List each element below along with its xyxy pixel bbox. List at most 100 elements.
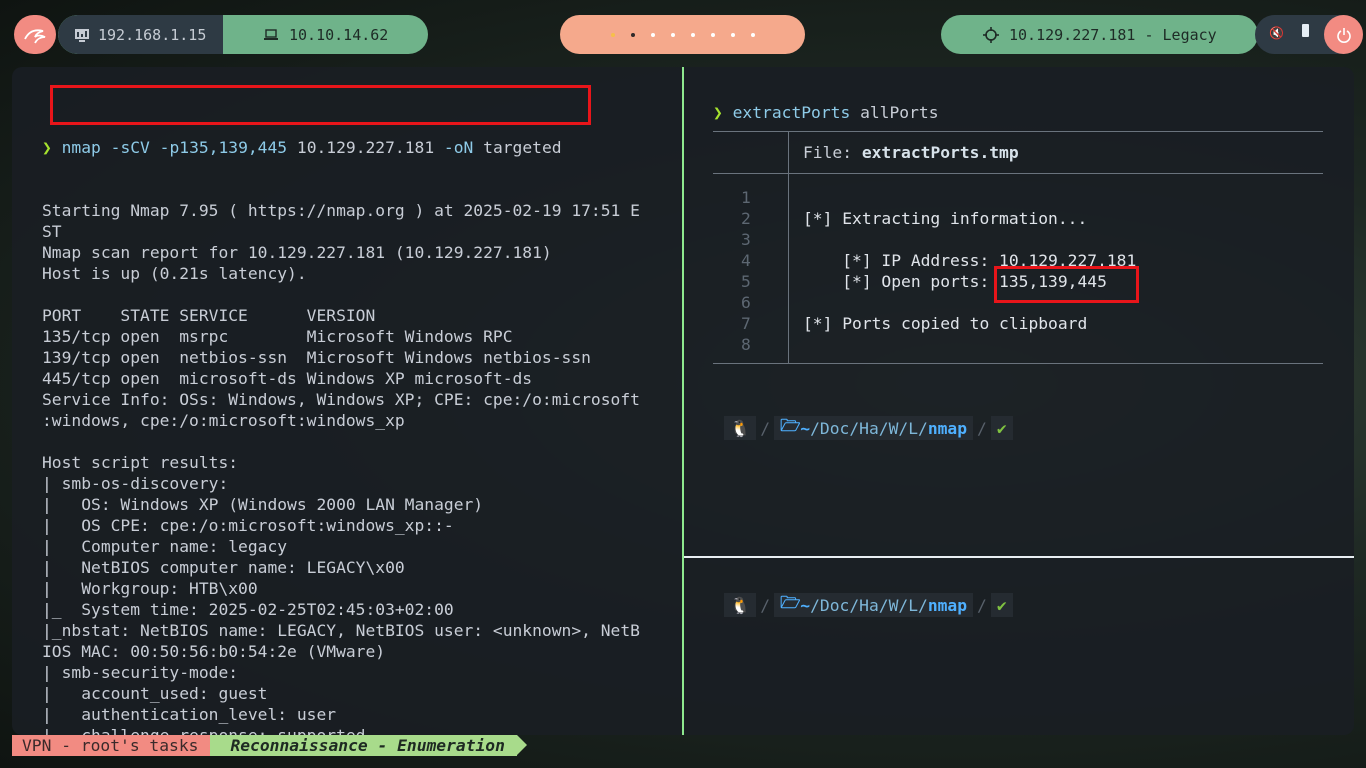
output-line: | Workgroup: HTB\x00	[42, 579, 258, 598]
target-label: 10.129.227.181 - Legacy	[1009, 25, 1217, 44]
bat-bottom-border	[713, 363, 1323, 364]
powerline-status-segment: ✔	[990, 593, 1013, 617]
powerline-prompt-bottom: 🐧 / 🗁 ~ / Doc / Ha / W / L / nmap / ✔	[724, 592, 1013, 618]
workspace-5[interactable]	[690, 32, 695, 37]
extract-command-line: ❯ extractPorts allPorts	[713, 103, 939, 122]
output-line: Starting Nmap 7.95 ( https://nmap.org ) …	[42, 201, 640, 220]
local-ip: 192.168.1.15	[98, 25, 207, 44]
output-line: | account_used: guest	[42, 684, 268, 703]
bat-file-header: File: extractPorts.tmp	[803, 143, 1019, 162]
terminal-window[interactable]: ❯ nmap -sCV -p135,139,445 10.129.227.181…	[12, 67, 1354, 735]
power-button[interactable]	[1324, 15, 1363, 54]
battery-icon[interactable]	[1302, 24, 1309, 37]
network-info: 192.168.1.15 10.10.14.62	[58, 15, 428, 54]
laptop-icon	[264, 28, 278, 40]
powerline-os-segment: 🐧	[724, 593, 757, 617]
workspace-2[interactable]	[630, 32, 635, 37]
output-line: ST	[42, 222, 62, 241]
output-line: Host is up (0.21s latency).	[42, 264, 307, 283]
bat-content-line	[803, 187, 1136, 208]
folder-icon: 🗁	[780, 415, 801, 435]
bat-content-line: [*] Ports copied to clipboard	[803, 314, 1088, 333]
check-icon: ✔	[996, 595, 1007, 615]
workspace-3[interactable]	[650, 32, 655, 37]
pane-divider-vertical	[682, 67, 684, 735]
workspace-7[interactable]	[730, 32, 735, 37]
bat-gutter-border	[788, 131, 789, 364]
folder-icon: 🗁	[780, 592, 801, 612]
local-ip-segment[interactable]: 192.168.1.15	[58, 15, 223, 54]
bat-content-line: [*] Open ports: 135,139,445	[803, 272, 1107, 291]
output-line: IOS MAC: 00:50:56:b0:54:2e (VMware)	[42, 642, 386, 661]
output-line: | authentication_level: user	[42, 705, 337, 724]
bat-top-border	[713, 131, 1323, 132]
output-line: |_ System time: 2025-02-25T02:45:03+02:0…	[42, 600, 454, 619]
powerline-path-segment: 🗁 ~ / Doc / Ha / W / L / nmap	[774, 592, 974, 617]
tmux-window[interactable]: Reconnaissance - Enumeration	[210, 735, 528, 756]
bat-header-border	[713, 173, 1323, 174]
bat-content: [*] Extracting information... [*] IP Add…	[803, 187, 1136, 355]
output-line: | OS CPE: cpe:/o:microsoft:windows_xp::-	[42, 516, 454, 535]
line-number: 8	[741, 335, 751, 354]
monitor-icon	[75, 28, 89, 42]
open-ports-value: 135,139,445	[999, 272, 1107, 291]
output-line: |_nbstat: NetBIOS name: LEGACY, NetBIOS …	[42, 621, 640, 640]
output-line: | Computer name: legacy	[42, 537, 288, 556]
output-line: | OS: Windows XP (Windows 2000 LAN Manag…	[42, 495, 484, 514]
bat-content-line	[803, 229, 1136, 250]
output-line: | smb-security-mode:	[42, 663, 239, 682]
output-line: | challenge_response: supported	[42, 725, 664, 735]
output-line: PORT STATE SERVICE VERSION	[42, 306, 376, 325]
bat-content-line: [*] IP Address: 10.129.227.181	[803, 251, 1137, 270]
powerline-path-segment: 🗁 ~ / Doc / Ha / W / L / nmap	[774, 415, 974, 440]
volume-muted-icon[interactable]: 🔇	[1269, 26, 1284, 40]
output-line: Service Info: OSs: Windows, Windows XP; …	[42, 390, 640, 409]
kali-dragon-icon	[24, 28, 46, 43]
tux-icon: 🐧	[730, 595, 751, 615]
left-pane[interactable]: ❯ nmap -sCV -p135,139,445 10.129.227.181…	[42, 95, 664, 735]
pane-divider-horizontal	[684, 556, 1354, 558]
line-number: 2	[741, 209, 751, 228]
line-number: 5	[741, 272, 751, 291]
line-number: 7	[741, 314, 751, 333]
powerline-prompt-top: 🐧 / 🗁 ~ / Doc / Ha / W / L / nmap / ✔	[724, 415, 1013, 441]
tux-icon: 🐧	[730, 418, 751, 438]
powerline-os-segment: 🐧	[724, 416, 757, 440]
output-line: 445/tcp open microsoft-ds Windows XP mic…	[42, 369, 533, 388]
output-line: Nmap scan report for 10.129.227.181 (10.…	[42, 243, 552, 262]
vpn-ip-segment[interactable]: 10.10.14.62	[223, 26, 388, 44]
output-line: 139/tcp open netbios-ssn Microsoft Windo…	[42, 348, 591, 367]
output-line: Host script results:	[42, 453, 239, 472]
workspace-1[interactable]	[610, 32, 615, 37]
bat-content-line	[803, 334, 1136, 355]
workspace-6[interactable]	[710, 32, 715, 37]
target-indicator[interactable]: 10.129.227.181 - Legacy	[941, 15, 1258, 54]
line-number: 3	[741, 230, 751, 249]
check-icon: ✔	[996, 418, 1007, 438]
workspace-4[interactable]	[670, 32, 675, 37]
vpn-ip: 10.10.14.62	[289, 25, 389, 44]
bat-content-line	[803, 292, 1136, 313]
bat-output: File: extractPorts.tmp 1 2 3 4 5 6 7 8 [*] Extr…	[713, 131, 1323, 364]
workspace-8[interactable]	[750, 32, 755, 37]
tmux-session[interactable]: VPN - root's tasks	[12, 735, 221, 756]
line-number: 1	[741, 188, 751, 207]
tmux-status-bar: VPN - root's tasks Reconnaissance - Enum…	[12, 735, 528, 756]
line-numbers: 1 2 3 4 5 6 7 8	[741, 187, 751, 355]
output-line: 135/tcp open msrpc Microsoft Windows RPC	[42, 327, 513, 346]
command-line: ❯ nmap -sCV -p135,139,445 10.129.227.181…	[42, 138, 562, 157]
line-number: 6	[741, 293, 751, 312]
line-number: 4	[741, 251, 751, 270]
output-line: | smb-os-discovery:	[42, 474, 229, 493]
bat-content-line: [*] Extracting information...	[803, 209, 1088, 228]
kali-menu-button[interactable]	[14, 15, 56, 54]
crosshair-icon	[983, 26, 999, 43]
system-tray: 🔇	[1255, 15, 1363, 54]
output-line: :windows, cpe:/o:microsoft:windows_xp	[42, 411, 405, 430]
power-icon	[1336, 27, 1351, 43]
powerline-status-segment: ✔	[990, 416, 1013, 440]
output-line: | NetBIOS computer name: LEGACY\x00	[42, 558, 405, 577]
workspace-switcher	[560, 15, 805, 54]
